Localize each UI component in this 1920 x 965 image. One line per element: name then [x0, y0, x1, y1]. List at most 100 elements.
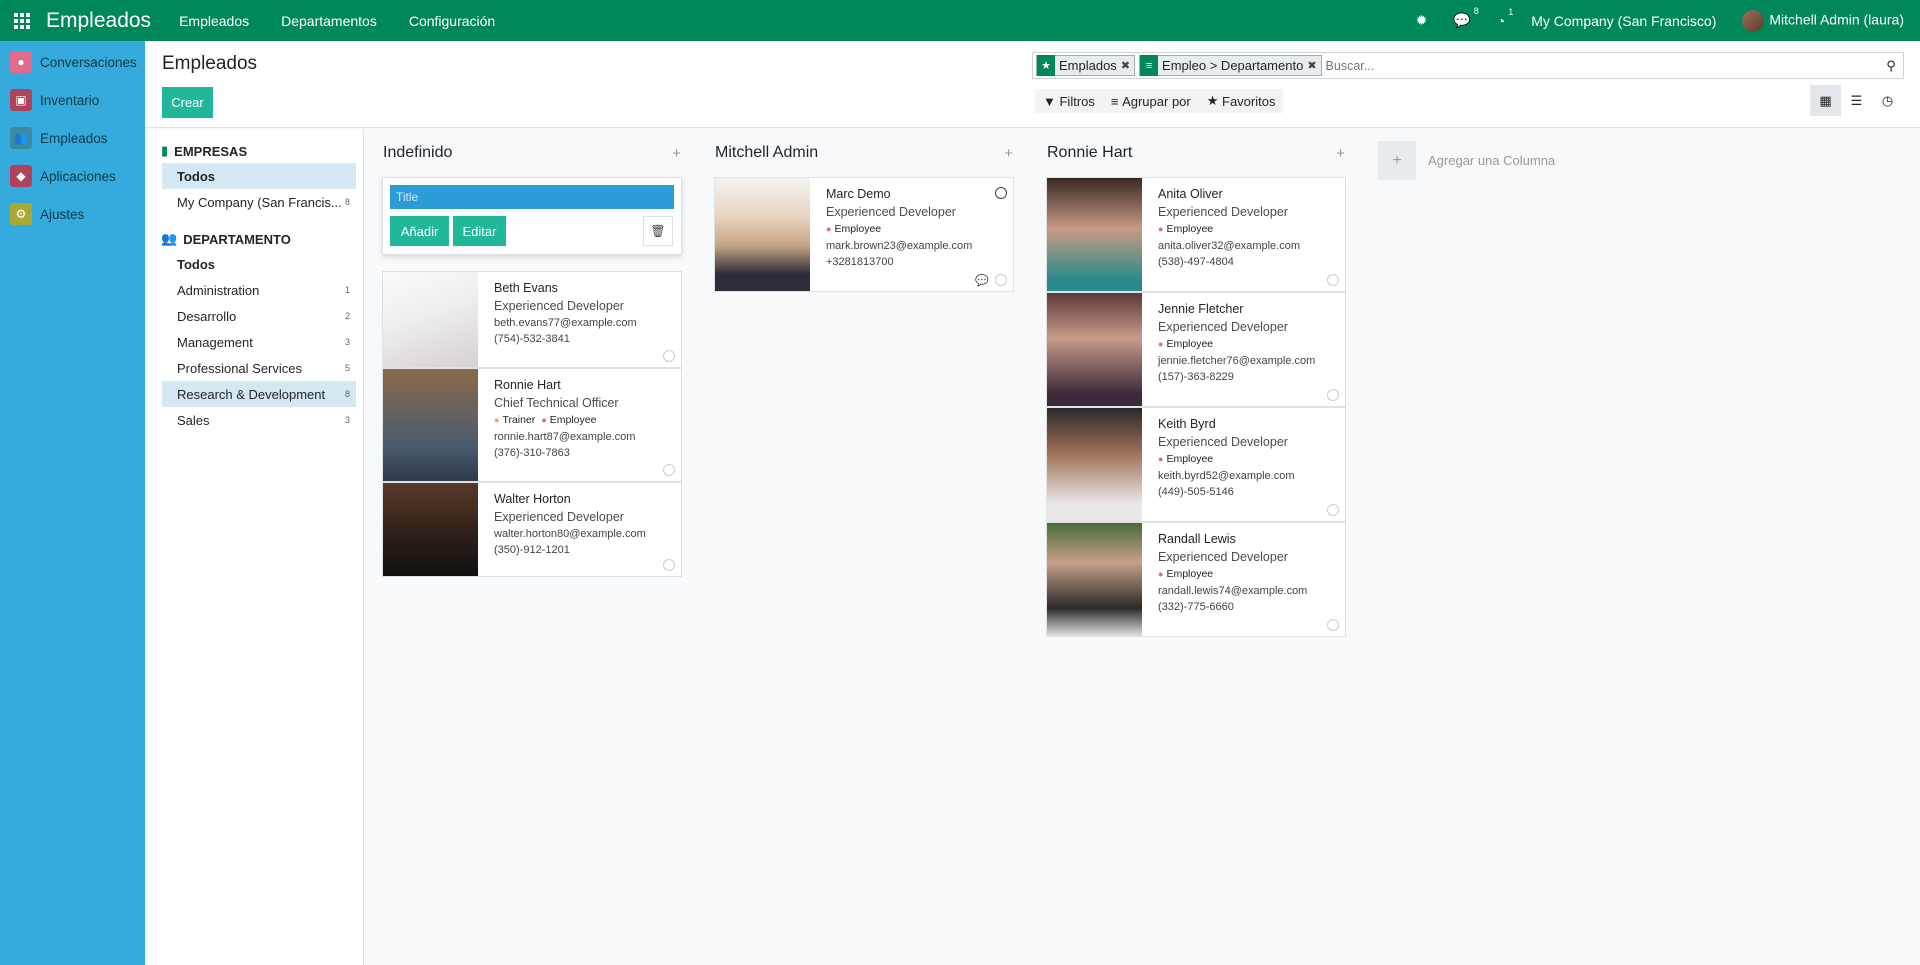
activity-clock-icon[interactable]: [1327, 389, 1339, 401]
groupby-dropdown[interactable]: ≡ Agrupar por: [1102, 89, 1199, 113]
employee-phone: (376)-310-7863: [494, 447, 570, 459]
add-column[interactable]: + Agregar una Columna: [1378, 141, 1555, 180]
item-label: Sales: [177, 412, 210, 428]
filters-dropdown[interactable]: ▼ Filtros: [1035, 89, 1103, 113]
employee-card[interactable]: Anita Oliver Experienced Developer Emplo…: [1046, 177, 1346, 292]
messages-badge: 8: [1473, 6, 1479, 16]
activity-icon[interactable]: ◔ 1: [1497, 7, 1513, 29]
sidebar-item-ajustes[interactable]: ⚙ Ajustes: [0, 195, 145, 233]
employee-photo: [1047, 178, 1142, 291]
employee-card[interactable]: Randall Lewis Experienced Developer Empl…: [1046, 522, 1346, 637]
remove-facet-icon[interactable]: ✖: [1307, 59, 1320, 72]
create-button[interactable]: Crear: [162, 87, 213, 118]
filters-label: Filtros: [1059, 93, 1095, 109]
activity-clock-icon[interactable]: [1327, 274, 1339, 286]
kanban-view-icon[interactable]: ▦: [1810, 85, 1841, 116]
employee-card[interactable]: Marc Demo Experienced Developer Employee…: [714, 177, 1014, 292]
employee-email: keith.byrd52@example.com: [1158, 470, 1295, 482]
employee-job: Chief Technical Officer: [494, 396, 619, 410]
activity-clock-icon[interactable]: [663, 464, 675, 476]
add-button[interactable]: Añadir: [390, 216, 449, 246]
kanban-column: Mitchell Admin + Marc Demo Experienced De…: [714, 129, 1014, 292]
favorites-label: Favoritos: [1222, 93, 1276, 109]
box-icon: ▣: [10, 89, 32, 111]
remove-facet-icon[interactable]: ✖: [1121, 59, 1134, 72]
view-switcher: ▦ ☰ ◷: [1810, 85, 1903, 116]
bug-icon[interactable]: ✹: [1416, 12, 1428, 29]
activity-badge: 1: [1508, 6, 1514, 17]
column-header: Ronnie Hart +: [1046, 129, 1346, 177]
trash-icon[interactable]: 🗑: [643, 216, 673, 246]
sidebar-item-inventario[interactable]: ▣ Inventario: [0, 81, 145, 119]
departments-header: 👥 DEPARTAMENTO: [145, 227, 363, 251]
activity-clock-icon[interactable]: [663, 559, 675, 571]
activity-clock-icon[interactable]: [995, 274, 1007, 286]
activity-clock-icon[interactable]: [1327, 619, 1339, 631]
add-card-icon[interactable]: +: [1004, 145, 1013, 162]
apps-menu-icon[interactable]: [0, 0, 44, 41]
department-item-management[interactable]: Management 3: [162, 329, 356, 355]
messages-icon[interactable]: 💬 8: [1453, 6, 1478, 29]
user-name: Mitchell Admin (laura): [1769, 11, 1904, 28]
menu-configuracion[interactable]: Configuración: [409, 13, 495, 29]
company-item-todos[interactable]: Todos: [162, 163, 356, 189]
department-item-todos[interactable]: Todos: [162, 251, 356, 277]
company-item-mycompany[interactable]: My Company (San Francis... 8: [162, 189, 356, 215]
sidebar-item-aplicaciones[interactable]: ◆ Aplicaciones: [0, 157, 145, 195]
employee-phone: (157)-363-8229: [1158, 371, 1234, 383]
item-count: 8: [344, 389, 350, 399]
search-icon[interactable]: ⚲: [1879, 58, 1903, 74]
tag-employee: Employee: [1158, 453, 1213, 465]
employee-email: randall.lewis74@example.com: [1158, 585, 1308, 597]
tag-employee: Employee: [541, 414, 597, 426]
item-count: 3: [344, 337, 350, 347]
gear-icon: ⚙: [10, 203, 32, 225]
employee-photo: [1047, 408, 1142, 521]
menu-departamentos[interactable]: Departamentos: [281, 13, 377, 29]
list-view-icon[interactable]: ☰: [1841, 85, 1872, 116]
department-item-research[interactable]: Research & Development 8: [162, 381, 356, 407]
menu-empleados[interactable]: Empleados: [179, 13, 249, 29]
title-input[interactable]: Title: [390, 185, 674, 209]
activity-clock-icon[interactable]: [1327, 504, 1339, 516]
column-title: Ronnie Hart: [1047, 144, 1133, 161]
kanban-column: Indefinido + Title Añadir Editar 🗑 Beth E…: [382, 129, 682, 577]
edit-button[interactable]: Editar: [453, 216, 506, 246]
department-item-professional-services[interactable]: Professional Services 5: [162, 355, 356, 381]
chat-icon[interactable]: 💬: [975, 274, 989, 287]
employee-email: walter.horton80@example.com: [494, 528, 646, 540]
user-menu[interactable]: Mitchell Admin (laura): [1742, 9, 1904, 32]
employee-job: Experienced Developer: [494, 510, 624, 524]
app-brand[interactable]: Empleados: [46, 9, 151, 33]
employee-card[interactable]: Beth Evans Experienced Developer beth.ev…: [382, 271, 682, 368]
search-input[interactable]: [1325, 58, 1879, 73]
list-icon: ≡: [1140, 55, 1159, 76]
employee-name: Ronnie Hart: [494, 378, 561, 392]
employee-tags: Employee: [1158, 568, 1345, 580]
search-bar[interactable]: ★ Emplados ✖ ≡ Empleo > Departamento ✖ ⚲: [1032, 52, 1904, 79]
employee-card[interactable]: Jennie Fletcher Experienced Developer Em…: [1046, 292, 1346, 407]
add-card-icon[interactable]: +: [1336, 145, 1345, 162]
department-item-administration[interactable]: Administration 1: [162, 277, 356, 303]
employee-card[interactable]: Ronnie Hart Chief Technical Officer Trai…: [382, 368, 682, 482]
apps-icon: ◆: [10, 165, 32, 187]
item-label: Administration: [177, 282, 260, 298]
search-panel: ▮ EMPRESAS Todos My Company (San Francis.…: [145, 129, 364, 965]
employee-photo: [383, 483, 478, 576]
sidebar-item-conversaciones[interactable]: ● Conversaciones: [0, 43, 145, 81]
sidebar-item-empleados[interactable]: 👥 Empleados: [0, 119, 145, 157]
sidebar-item-label: Empleados: [40, 130, 108, 146]
department-item-desarrollo[interactable]: Desarrollo 2: [162, 303, 356, 329]
employee-name: Marc Demo: [826, 187, 891, 201]
add-card-icon[interactable]: +: [672, 145, 681, 162]
department-item-sales[interactable]: Sales 3: [162, 407, 356, 433]
company-switcher[interactable]: My Company (San Francisco): [1531, 13, 1716, 29]
favorites-dropdown[interactable]: ★ Favoritos: [1198, 89, 1284, 113]
activity-view-icon[interactable]: ◷: [1872, 85, 1903, 116]
quick-create-form: Title Añadir Editar 🗑: [382, 177, 682, 255]
plus-icon[interactable]: +: [1378, 141, 1416, 180]
employee-card[interactable]: Keith Byrd Experienced Developer Employe…: [1046, 407, 1346, 522]
employee-card[interactable]: Walter Horton Experienced Developer walt…: [382, 482, 682, 577]
activity-clock-icon[interactable]: [663, 350, 675, 362]
employee-phone: (538)-497-4804: [1158, 256, 1234, 268]
